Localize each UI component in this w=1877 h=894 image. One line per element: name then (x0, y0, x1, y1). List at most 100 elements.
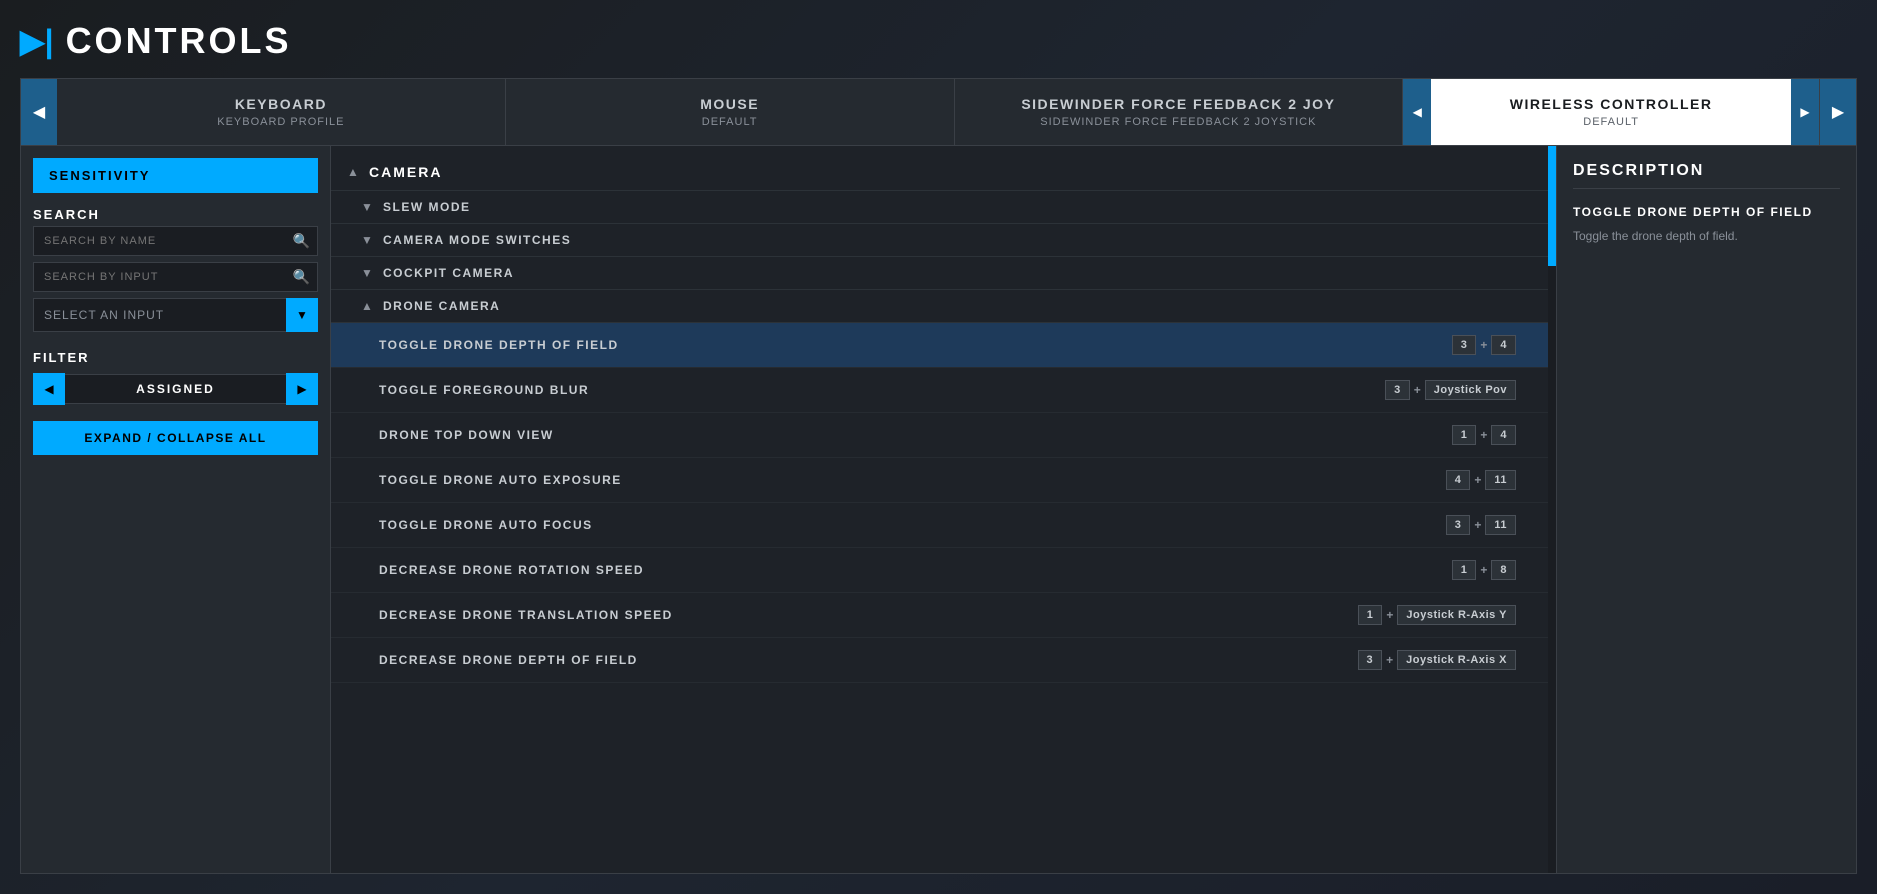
key-badge: 3 (1452, 335, 1477, 355)
binding-toggle-fg-blur-keys: 3 + Joystick Pov (1385, 380, 1516, 400)
tab-wireless-prev[interactable]: ◀ (1403, 79, 1431, 145)
key-badge: 1 (1358, 605, 1383, 625)
cockpit-chevron-icon: ▼ (361, 266, 375, 280)
tab-mouse-label: MOUSE (700, 96, 759, 112)
key-badge: 1 (1452, 425, 1477, 445)
tab-keyboard-profile: KEYBOARD PROFILE (217, 116, 344, 128)
tab-bar: ◀ KEYBOARD KEYBOARD PROFILE MOUSE DEFAUL… (20, 78, 1857, 146)
key-plus: + (1480, 563, 1487, 577)
key-badge: Joystick R-Axis X (1397, 650, 1516, 670)
tab-sidewinder[interactable]: SIDEWINDER FORCE FEEDBACK 2 JOY SIDEWIND… (955, 79, 1404, 145)
camera-mode-chevron-icon: ▼ (361, 233, 375, 247)
camera-category-name: CAMERA (369, 164, 442, 180)
cockpit-label: COCKPIT CAMERA (383, 266, 514, 280)
scrollbar-track[interactable] (1548, 146, 1556, 873)
sensitivity-button[interactable]: SENSITIVITY (33, 158, 318, 193)
key-plus: + (1480, 428, 1487, 442)
key-badge: 3 (1358, 650, 1383, 670)
search-by-input-wrap: 🔍 (33, 262, 318, 292)
search-by-input-input[interactable] (33, 262, 318, 292)
tab-wireless-container: ◀ WIRELESS CONTROLLER DEFAULT ▶ (1403, 79, 1820, 145)
tab-sidewinder-profile: SIDEWINDER FORCE FEEDBACK 2 JOYSTICK (1040, 116, 1316, 128)
filter-next-button[interactable]: ▶ (286, 373, 318, 405)
description-text: Toggle the drone depth of field. (1573, 227, 1840, 245)
key-badge: 8 (1491, 560, 1516, 580)
binding-drone-top-down-name: DRONE TOP DOWN VIEW (379, 428, 1452, 442)
description-panel: DESCRIPTION TOGGLE DRONE DEPTH OF FIELD … (1556, 146, 1856, 873)
select-input-wrap: Select an input ▼ (33, 298, 318, 332)
binding-decrease-rotation-name: DECREASE DRONE ROTATION SPEED (379, 563, 1452, 577)
search-section: SEARCH 🔍 🔍 Select an input ▼ (33, 203, 318, 332)
description-title: DESCRIPTION (1573, 162, 1840, 189)
camera-chevron-icon: ▲ (347, 165, 361, 179)
binding-toggle-auto-focus-keys: 3 + 11 (1446, 515, 1516, 535)
binding-toggle-drone-dof[interactable]: TOGGLE DRONE DEPTH OF FIELD 3 + 4 (331, 323, 1548, 368)
filter-nav: ◀ ASSIGNED ▶ (33, 373, 318, 405)
search-by-name-input[interactable] (33, 226, 318, 256)
key-badge: Joystick Pov (1425, 380, 1516, 400)
controls-main: ▲ CAMERA ▼ SLEW MODE ▼ CAMERA MODE SWITC… (331, 146, 1556, 873)
key-badge: 11 (1485, 470, 1516, 490)
tab-wireless-label: WIRELESS CONTROLLER (1510, 96, 1713, 112)
tab-keyboard[interactable]: KEYBOARD KEYBOARD PROFILE (57, 79, 506, 145)
tab-wireless-profile: DEFAULT (1583, 116, 1639, 128)
tab-prev-button[interactable]: ◀ (21, 79, 57, 145)
expand-collapse-button[interactable]: EXPAND / COLLAPSE ALL (33, 421, 318, 455)
binding-toggle-drone-dof-name: TOGGLE DRONE DEPTH OF FIELD (379, 338, 1452, 352)
key-plus: + (1414, 383, 1421, 397)
subcategory-drone[interactable]: ▲ DRONE CAMERA (331, 290, 1548, 323)
drone-chevron-icon: ▲ (361, 299, 375, 313)
search-by-name-wrap: 🔍 (33, 226, 318, 256)
slew-mode-chevron-icon: ▼ (361, 200, 375, 214)
key-plus: + (1386, 608, 1393, 622)
binding-decrease-dof-keys: 3 + Joystick R-Axis X (1358, 650, 1516, 670)
description-binding-name: TOGGLE DRONE DEPTH OF FIELD (1573, 205, 1840, 219)
binding-toggle-auto-exposure-keys: 4 + 11 (1446, 470, 1516, 490)
binding-toggle-auto-exposure[interactable]: TOGGLE DRONE AUTO EXPOSURE 4 + 11 (331, 458, 1548, 503)
key-plus: + (1474, 518, 1481, 532)
search-by-input-icon[interactable]: 🔍 (293, 269, 310, 286)
subcategory-slew-mode[interactable]: ▼ SLEW MODE (331, 191, 1548, 224)
binding-drone-top-down-keys: 1 + 4 (1452, 425, 1516, 445)
filter-prev-button[interactable]: ◀ (33, 373, 65, 405)
key-badge: 4 (1446, 470, 1471, 490)
header: ▶| CONTROLS (20, 20, 1857, 62)
key-badge: 3 (1385, 380, 1410, 400)
binding-decrease-rotation-keys: 1 + 8 (1452, 560, 1516, 580)
binding-decrease-rotation[interactable]: DECREASE DRONE ROTATION SPEED 1 + 8 (331, 548, 1548, 593)
key-plus: + (1386, 653, 1393, 667)
subcategory-camera-mode[interactable]: ▼ CAMERA MODE SWITCHES (331, 224, 1548, 257)
page-title: CONTROLS (66, 20, 292, 62)
tab-next-button[interactable]: ▶ (1820, 79, 1856, 145)
key-badge: Joystick R-Axis Y (1397, 605, 1516, 625)
scrollbar-thumb[interactable] (1548, 146, 1556, 266)
binding-decrease-translation-name: DECREASE DRONE TRANSLATION SPEED (379, 608, 1358, 622)
sidebar: SENSITIVITY SEARCH 🔍 🔍 Select an input ▼ (21, 146, 331, 873)
select-input[interactable]: Select an input (33, 298, 318, 332)
category-camera[interactable]: ▲ CAMERA (331, 154, 1548, 191)
filter-current-label: ASSIGNED (65, 374, 286, 404)
filter-label: FILTER (33, 350, 318, 365)
binding-toggle-fg-blur[interactable]: TOGGLE FOREGROUND BLUR 3 + Joystick Pov (331, 368, 1548, 413)
tab-wireless-next[interactable]: ▶ (1791, 79, 1819, 145)
controls-list[interactable]: ▲ CAMERA ▼ SLEW MODE ▼ CAMERA MODE SWITC… (331, 146, 1548, 873)
key-badge: 11 (1485, 515, 1516, 535)
binding-decrease-translation-keys: 1 + Joystick R-Axis Y (1358, 605, 1516, 625)
key-badge: 4 (1491, 425, 1516, 445)
binding-toggle-auto-focus[interactable]: TOGGLE DRONE AUTO FOCUS 3 + 11 (331, 503, 1548, 548)
binding-decrease-dof[interactable]: DECREASE DRONE DEPTH OF FIELD 3 + Joysti… (331, 638, 1548, 683)
subcategory-cockpit[interactable]: ▼ COCKPIT CAMERA (331, 257, 1548, 290)
tab-mouse-profile: DEFAULT (702, 116, 758, 128)
app-icon: ▶| (20, 25, 54, 57)
binding-toggle-auto-exposure-name: TOGGLE DRONE AUTO EXPOSURE (379, 473, 1446, 487)
binding-decrease-translation[interactable]: DECREASE DRONE TRANSLATION SPEED 1 + Joy… (331, 593, 1548, 638)
search-label: SEARCH (33, 207, 318, 222)
tab-wireless[interactable]: WIRELESS CONTROLLER DEFAULT (1431, 79, 1791, 145)
tab-mouse[interactable]: MOUSE DEFAULT (506, 79, 955, 145)
binding-drone-top-down[interactable]: DRONE TOP DOWN VIEW 1 + 4 (331, 413, 1548, 458)
key-plus: + (1474, 473, 1481, 487)
binding-decrease-dof-name: DECREASE DRONE DEPTH OF FIELD (379, 653, 1358, 667)
key-badge: 4 (1491, 335, 1516, 355)
drone-label: DRONE CAMERA (383, 299, 500, 313)
search-by-name-icon[interactable]: 🔍 (293, 233, 310, 250)
